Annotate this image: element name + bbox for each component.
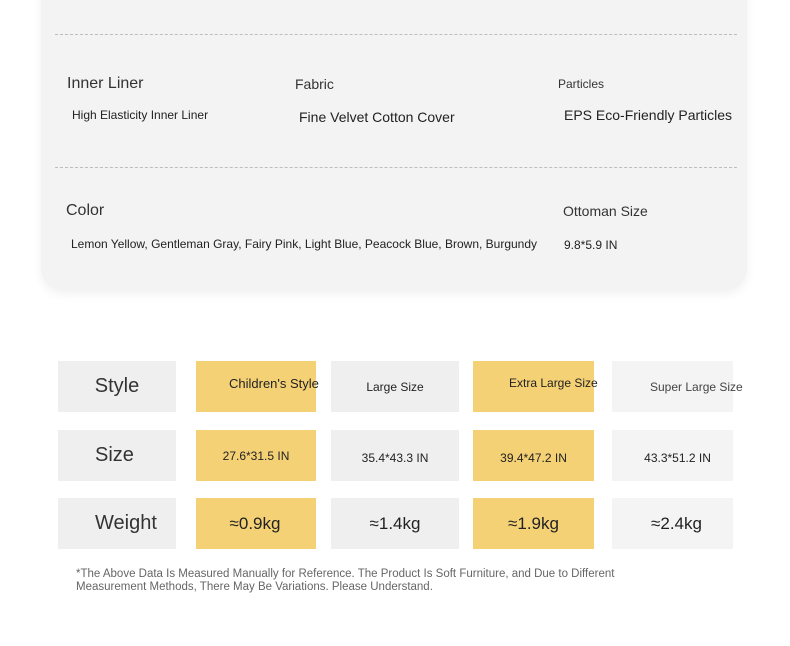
inner-liner-value: High Elasticity Inner Liner [72,108,209,122]
size-super-large: 43.3*51.2 IN [612,430,733,481]
weight-header: Weight [58,498,176,549]
size-large: 35.4*43.3 IN [331,430,459,481]
measurement-note: *The Above Data Is Measured Manually for… [76,568,615,593]
size-extra-large: 39.4*47.2 IN [473,430,594,481]
weight-childrens: ≈0.9kg [196,498,316,549]
ottoman-size-value: 9.8*5.9 IN [564,238,618,252]
divider-middle [55,167,737,168]
size-childrens: 27.6*31.5 IN [196,430,316,481]
style-extra-large: Extra Large Size [473,361,598,412]
clipped-text-right: ▀ ▀▀ ▀ ▀ ▀ [560,0,651,8]
fabric-label: Fabric [295,76,334,92]
size-header: Size [58,430,176,481]
clipped-text-left: ▀▀ ▀▀▀ ▀ ▀ [300,0,398,8]
color-label: Color [66,202,105,219]
inner-liner-label: Inner Liner [67,75,144,92]
weight-large: ≈1.4kg [331,498,459,549]
particles-label: Particles [558,77,605,91]
color-value: Lemon Yellow, Gentleman Gray, Fairy Pink… [71,237,538,251]
style-childrens: Children's Style [196,361,319,412]
weight-extra-large: ≈1.9kg [473,498,594,549]
ottoman-size-label: Ottoman Size [563,203,648,219]
fabric-value: Fine Velvet Cotton Cover [299,109,455,125]
style-super-large: Super Large Size [612,361,743,412]
particles-value: EPS Eco-Friendly Particles [564,107,733,123]
weight-super-large: ≈2.4kg [612,498,733,549]
divider-top [55,34,737,35]
style-header: Style [58,361,176,412]
style-large: Large Size [331,361,459,412]
